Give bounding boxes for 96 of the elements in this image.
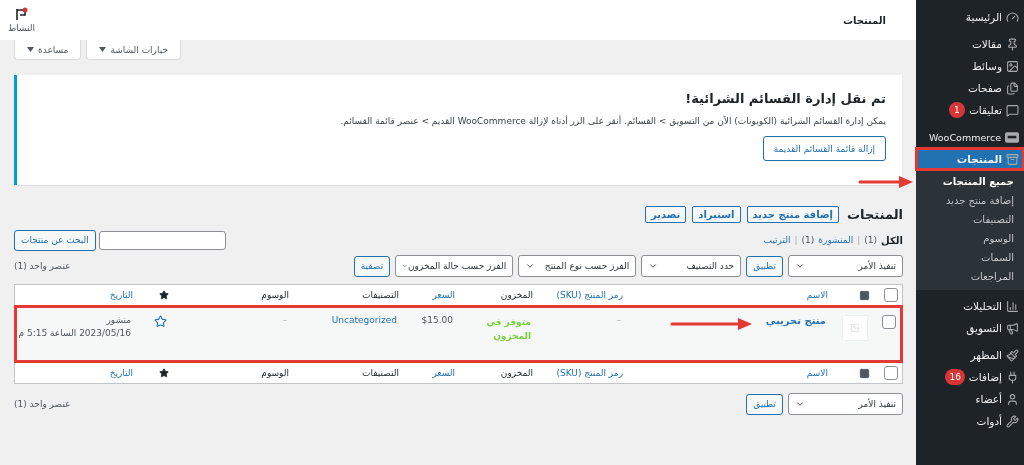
thumbnail-placeholder (842, 315, 868, 341)
flag-icon (14, 7, 29, 21)
plug-icon (1006, 370, 1019, 384)
view-count: (1) (801, 235, 815, 245)
pin-icon (1006, 37, 1019, 51)
header-action-button[interactable]: استيراد (692, 205, 741, 223)
sidebar-item[interactable]: أعضاء (916, 388, 1024, 410)
header-action-button[interactable]: إضافة منتج جديد (746, 205, 839, 223)
apply-button[interactable]: تطبيق (746, 393, 783, 415)
filter-button[interactable]: تصفية (353, 255, 391, 277)
view-filter-link[interactable]: الترتيب (763, 235, 791, 245)
screen-tab-button[interactable]: مساعدة (14, 40, 82, 60)
sidebar-item[interactable]: المنتجات (916, 148, 1024, 170)
column-header[interactable]: الاسم (806, 368, 828, 378)
search-field[interactable] (98, 230, 226, 250)
column-header[interactable]: السعر (432, 290, 455, 300)
heading: المنتجات (847, 206, 903, 222)
column-header[interactable]: الوسوم (261, 290, 289, 300)
tags-cell: – (282, 315, 287, 325)
chevron-icon (795, 261, 805, 271)
sidebar-item[interactable]: المظهر (916, 344, 1024, 366)
filter-select[interactable]: الفرز حسب نوع المنتج (518, 255, 637, 277)
view-filter-link[interactable]: المنشورة (818, 235, 854, 245)
separator: | (857, 235, 861, 245)
column-header[interactable]: رمز المنتج (SKU) (556, 290, 623, 300)
screen-tab-button[interactable]: خيارات الشاشة (86, 40, 181, 60)
status-text: منشور (105, 315, 131, 325)
submenu-item[interactable]: السمات (916, 248, 1024, 267)
comment-icon (1006, 103, 1019, 117)
submenu-item[interactable]: المراجعات (916, 267, 1024, 286)
item-count: عنصر واحد (1) (14, 261, 71, 271)
wrench-icon (1006, 414, 1019, 428)
chevron-icon (525, 261, 536, 271)
separator: | (794, 235, 798, 245)
column-header[interactable]: التاريخ (109, 368, 133, 378)
remove-menu-button[interactable]: إزالة قائمة القسائم القديمة (762, 136, 886, 161)
sidebar-item[interactable]: التحليلات (916, 295, 1024, 317)
apply-button[interactable]: تطبيق (746, 255, 783, 277)
product-name-link[interactable]: منتج تجريبي (765, 315, 826, 326)
user-icon (1006, 392, 1019, 406)
sidebar-item[interactable]: صفحات (916, 77, 1024, 99)
pages-icon (1006, 81, 1019, 95)
category-link[interactable]: Uncategorized (331, 315, 397, 325)
submenu-item[interactable]: إضافة منتج جديد (916, 191, 1024, 210)
stock-status: متوفر في المخزون (485, 316, 531, 343)
submenu-item[interactable]: التصنيفات (916, 210, 1024, 229)
count-badge: 16 (945, 369, 965, 385)
column-header[interactable]: التصنيفات (362, 290, 399, 300)
select-all-checkbox[interactable] (884, 366, 898, 380)
column-header[interactable]: التاريخ (109, 290, 133, 300)
notice-message: يمكن إدارة القسائم الشرائية (الكوبونات) الآن من التسويق > القسائم. أنقر على الزر أدناه لإزالة WooCommerce القديم > عنصر قائمة القسائم. (340, 116, 886, 126)
sidebar-item[interactable]: التسويق (916, 317, 1024, 339)
view-filter-link[interactable]: الكل (881, 234, 903, 246)
chevron-icon (795, 399, 805, 409)
sidebar-item[interactable]: وسائط (916, 55, 1024, 77)
chevron-icon (648, 261, 659, 271)
star-icon (159, 290, 169, 300)
sidebar-item[interactable]: أدوات (916, 410, 1024, 432)
price-cell: $15.00 (421, 315, 453, 325)
column-header[interactable]: الاسم (806, 290, 828, 300)
star-icon (159, 368, 169, 378)
caret-icon (27, 47, 34, 52)
column-header[interactable]: السعر (432, 368, 455, 378)
submenu-item[interactable]: الوسوم (916, 229, 1024, 248)
bulk-action-select[interactable]: تنفيذ الأمر (788, 255, 903, 277)
item-count: عنصر واحد (1) (14, 399, 71, 409)
paintbrush-icon (1006, 348, 1019, 362)
view-count: (1) (864, 235, 878, 245)
star-icon[interactable] (154, 315, 167, 328)
column-header[interactable]: الوسوم (261, 368, 289, 378)
gauge-icon (1006, 10, 1019, 24)
search-button[interactable]: البحث عن منتجات (14, 229, 96, 251)
activity-label[interactable]: النشاط (8, 23, 36, 33)
count-badge: 1 (948, 102, 965, 118)
notice-title: تم نقل إدارة القسائم الشرائية! (685, 91, 886, 106)
column-header[interactable]: التصنيفات (362, 368, 399, 378)
sidebar-item[interactable]: مقالات (916, 33, 1024, 55)
filter-select[interactable]: حدد التصنيف (641, 255, 742, 277)
submenu-item[interactable]: جميع المنتجات (916, 172, 1024, 191)
archive-icon (1006, 152, 1019, 166)
page-title: المنتجات (842, 14, 886, 26)
filter-select[interactable]: الفرز حسب حالة المخزون (395, 255, 514, 277)
sku-cell: – (616, 315, 621, 325)
header-action-button[interactable]: تصدير (644, 205, 687, 223)
select-all-checkbox[interactable] (884, 288, 898, 302)
bar-chart-icon (1006, 299, 1019, 313)
column-header[interactable]: رمز المنتج (SKU) (556, 368, 623, 378)
sidebar-item[interactable]: WooCommerce (916, 126, 1024, 148)
row-checkbox[interactable] (882, 315, 896, 329)
caret-icon (99, 47, 107, 52)
date-text: 2023/05/16 الساعة 5:15 م (18, 328, 131, 338)
megaphone-icon (1006, 321, 1019, 335)
column-header[interactable]: المخزون (500, 368, 533, 378)
column-header[interactable]: المخزون (500, 290, 533, 300)
sidebar-item[interactable]: الرئيسية (916, 6, 1024, 28)
bulk-action-select[interactable]: تنفيذ الأمر (788, 393, 903, 415)
